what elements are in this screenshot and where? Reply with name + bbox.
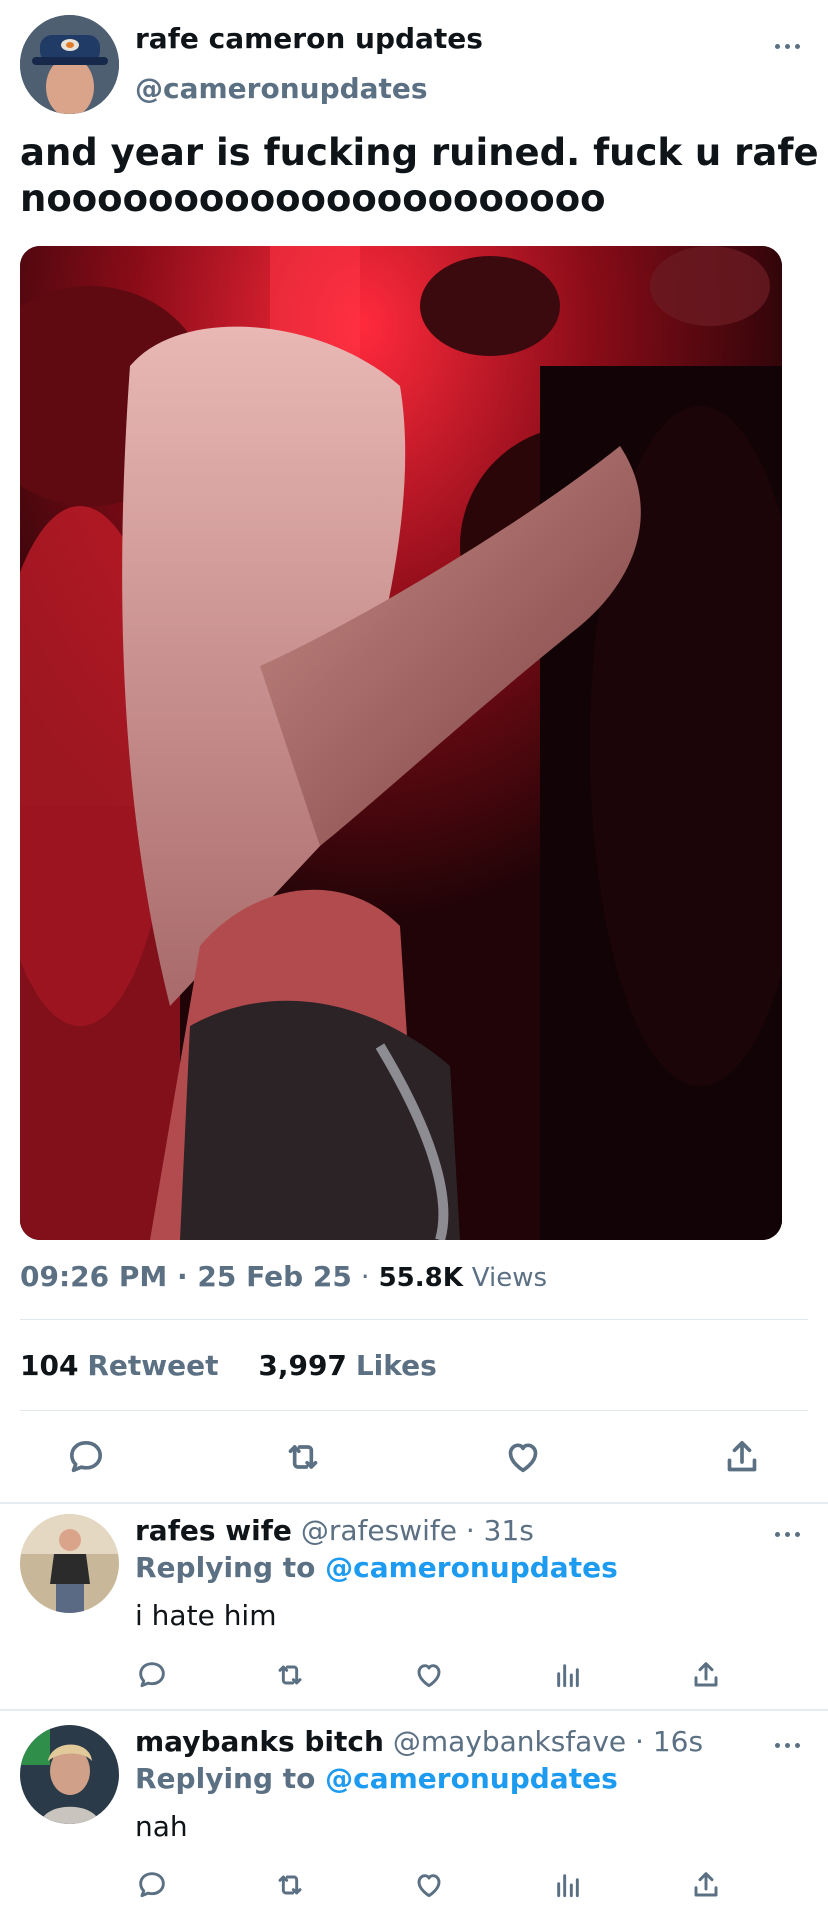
reply-tweet[interactable]: rafes wife @rafeswife · 31s Replying to … xyxy=(0,1504,828,1708)
author-avatar-image xyxy=(20,15,119,114)
likes-count: 3,997 xyxy=(258,1349,347,1382)
share-icon xyxy=(694,1662,718,1687)
tweet-media-image[interactable] xyxy=(20,246,782,1240)
author-handle[interactable]: @cameronupdates xyxy=(135,72,428,105)
retweets-stat[interactable]: 104 Retweet xyxy=(20,1349,219,1382)
retweet-button[interactable] xyxy=(283,1437,323,1477)
like-button[interactable] xyxy=(503,1437,543,1477)
reply-analytics-button[interactable] xyxy=(552,1659,584,1691)
retweet-icon xyxy=(278,1875,302,1895)
reply-avatar-image xyxy=(20,1514,119,1613)
reply-avatar-image xyxy=(20,1725,119,1824)
photo-scene xyxy=(20,246,782,1240)
divider-stats-bottom xyxy=(20,1410,808,1411)
reply-header: rafes wife @rafeswife · 31s xyxy=(135,1514,534,1547)
heart-icon xyxy=(508,1443,538,1473)
tweet-date[interactable]: 25 Feb 25 xyxy=(197,1260,351,1293)
share-icon xyxy=(694,1872,718,1897)
tweet-text: and year is fucking ruined. fuck u rafe … xyxy=(20,130,820,222)
author-avatar[interactable] xyxy=(20,15,119,114)
reply-text: i hate him xyxy=(135,1599,277,1632)
likes-label: Likes xyxy=(355,1349,437,1382)
replying-to-line: Replying to @cameronupdates xyxy=(135,1551,618,1584)
reply-like-button[interactable] xyxy=(413,1869,445,1901)
reply-icon xyxy=(139,1662,165,1688)
views-label: Views xyxy=(471,1263,548,1293)
replying-to-label: Replying to xyxy=(135,1762,316,1795)
tweet-text-line-1: and year is fucking ruined. fuck u rafe xyxy=(20,131,819,174)
reply-avatar[interactable] xyxy=(20,1725,119,1824)
replying-to-handle[interactable]: @cameronupdates xyxy=(325,1551,618,1584)
likes-stat[interactable]: 3,997 Likes xyxy=(258,1349,436,1382)
replying-to-line: Replying to @cameronupdates xyxy=(135,1762,618,1795)
reply-reply-button[interactable] xyxy=(136,1659,168,1691)
share-icon xyxy=(727,1441,757,1472)
reply-tweet[interactable]: maybanks bitch @maybanksfave · 16s Reply… xyxy=(0,1711,828,1920)
tweet-timestamp-row: 09:26 PM · 25 Feb 25 · 55.8K Views xyxy=(20,1260,547,1293)
analytics-icon xyxy=(557,1664,579,1688)
reply-icon xyxy=(139,1872,165,1898)
reply-more-options-icon[interactable] xyxy=(775,1532,800,1537)
retweets-label: Retweet xyxy=(87,1349,219,1382)
views-count: 55.8K xyxy=(378,1263,463,1293)
replying-to-handle[interactable]: @cameronupdates xyxy=(325,1762,618,1795)
timestamp-separator: · xyxy=(167,1260,198,1293)
analytics-icon xyxy=(557,1874,579,1898)
reply-more-options-icon[interactable] xyxy=(775,1743,800,1748)
tweet-time[interactable]: 09:26 PM xyxy=(20,1260,167,1293)
heart-icon xyxy=(417,1664,441,1688)
divider-stats-top xyxy=(20,1319,808,1320)
reply-like-button[interactable] xyxy=(413,1659,445,1691)
reply-avatar[interactable] xyxy=(20,1514,119,1613)
reply-header: maybanks bitch @maybanksfave · 16s xyxy=(135,1725,703,1758)
reply-retweet-button[interactable] xyxy=(274,1869,306,1901)
retweet-icon xyxy=(288,1445,318,1469)
reply-share-button[interactable] xyxy=(690,1869,722,1901)
reply-analytics-button[interactable] xyxy=(552,1869,584,1901)
author-name[interactable]: rafe cameron updates xyxy=(135,22,483,55)
reply-share-button[interactable] xyxy=(690,1659,722,1691)
reply-author-meta[interactable]: @maybanksfave · 16s xyxy=(393,1725,703,1758)
reply-reply-button[interactable] xyxy=(136,1869,168,1901)
reply-icon xyxy=(70,1441,102,1473)
replying-to-label: Replying to xyxy=(135,1551,316,1584)
tweet-text-line-2: noooooooooooooooooooooo xyxy=(20,177,606,220)
tweet-stats-row: 104 Retweet 3,997 Likes xyxy=(20,1349,437,1382)
retweet-icon xyxy=(278,1665,302,1685)
retweets-count: 104 xyxy=(20,1349,79,1382)
reply-retweet-button[interactable] xyxy=(274,1659,306,1691)
heart-icon xyxy=(417,1874,441,1898)
share-button[interactable] xyxy=(722,1437,762,1477)
views-separator: · xyxy=(351,1260,379,1293)
reply-author-name[interactable]: maybanks bitch xyxy=(135,1725,384,1758)
reply-text: nah xyxy=(135,1810,188,1843)
reply-button[interactable] xyxy=(66,1437,106,1477)
reply-author-name[interactable]: rafes wife xyxy=(135,1514,292,1547)
reply-author-meta[interactable]: @rafeswife · 31s xyxy=(301,1514,534,1547)
more-options-icon[interactable] xyxy=(775,44,800,49)
